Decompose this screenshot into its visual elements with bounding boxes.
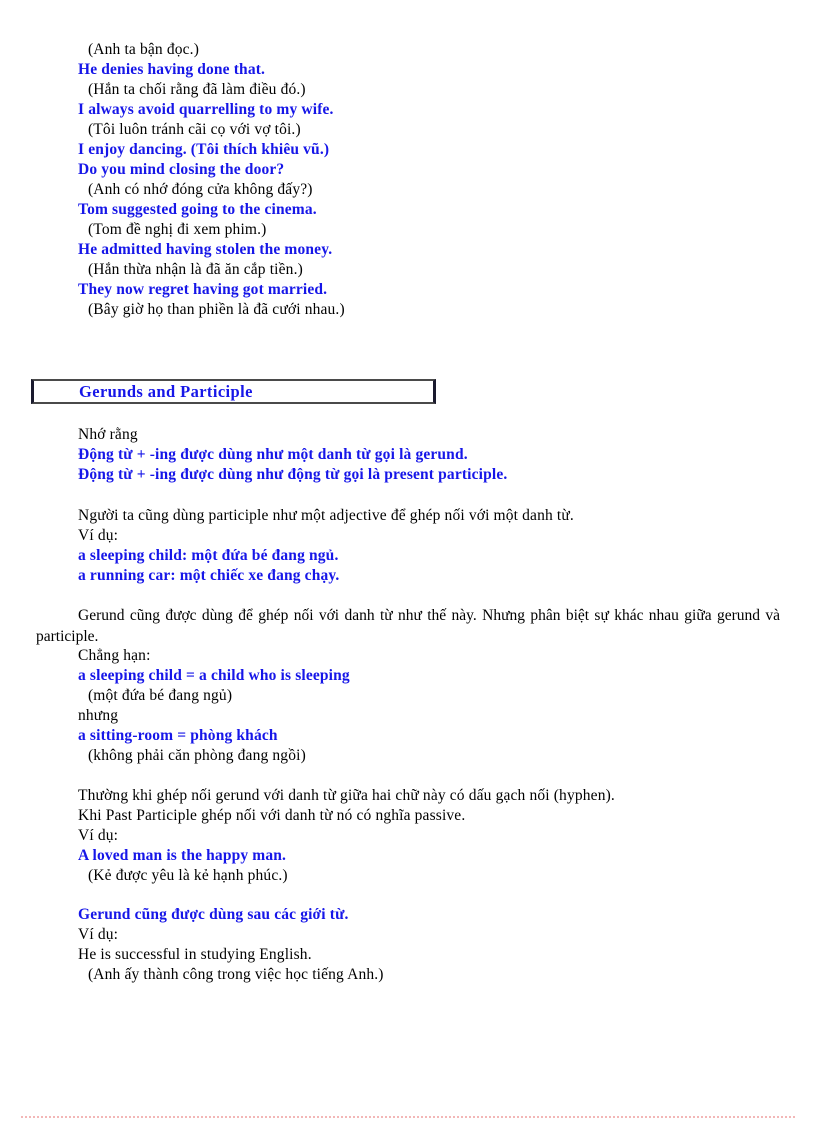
- example-line: He admitted having stolen the money.: [78, 241, 333, 258]
- example-line: I enjoy dancing. (Tôi thích khiêu vũ.): [78, 141, 330, 158]
- body-line: Động từ + -ing được dùng như một danh từ…: [78, 446, 468, 463]
- example-line: They now regret having got married.: [78, 281, 328, 298]
- body-line: Ví dụ:: [78, 926, 119, 943]
- body-line: Thường khi ghép nối gerund với danh từ g…: [78, 787, 615, 804]
- body-line: Chẳng hạn:: [78, 647, 151, 664]
- page-footer-rule: [21, 1116, 795, 1118]
- example-line: I always avoid quarrelling to my wife.: [78, 101, 334, 118]
- body-line: nhưng: [78, 707, 119, 724]
- body-line: A loved man is the happy man.: [78, 847, 287, 864]
- example-line: (Tom đề nghị đi xem phim.): [88, 221, 267, 238]
- body-line: Nhớ rằng: [78, 426, 138, 443]
- example-line: He denies having done that.: [78, 61, 266, 78]
- section-heading-box: Gerunds and Participle: [31, 379, 436, 404]
- body-line: Gerund cũng được dùng sau các giới từ.: [78, 906, 349, 923]
- body-line: (không phải căn phòng đang ngồi): [88, 747, 306, 764]
- example-line: Tom suggested going to the cinema.: [78, 201, 317, 218]
- body-line: Người ta cũng dùng participle như một ad…: [78, 507, 574, 524]
- body-line: Ví dụ:: [78, 827, 119, 844]
- example-line: Do you mind closing the door?: [78, 161, 285, 178]
- body-line: (Anh ấy thành công trong việc học tiếng …: [88, 966, 384, 983]
- body-line: Động từ + -ing được dùng như động từ gọi…: [78, 466, 508, 483]
- example-line: (Anh có nhớ đóng cửa không đấy?): [88, 181, 313, 198]
- example-line: (Anh ta bận đọc.): [88, 41, 200, 58]
- example-line: (Bây giờ họ than phiền là đã cưới nhau.): [88, 301, 345, 318]
- body-line: (một đứa bé đang ngủ): [88, 687, 233, 704]
- example-line: (Hắn ta chối rằng đã làm điều đó.): [88, 81, 306, 98]
- example-line: (Hắn thừa nhận là đã ăn cắp tiền.): [88, 261, 303, 278]
- body-line: a sleeping child = a child who is sleepi…: [78, 667, 350, 684]
- example-line: (Tôi luôn tránh cãi cọ với vợ tôi.): [88, 121, 301, 138]
- body-line: a sitting-room = phòng khách: [78, 727, 278, 744]
- body-line: a running car: một chiếc xe đang chạy.: [78, 567, 340, 584]
- body-line: He is successful in studying English.: [78, 946, 312, 963]
- justified-paragraph: Gerund cũng được dùng để ghép nối với da…: [36, 607, 780, 645]
- document-page: (Anh ta bận đọc.) He denies having done …: [0, 0, 816, 1123]
- body-line: Ví dụ:: [78, 527, 119, 544]
- body-line: Khi Past Participle ghép nối với danh từ…: [78, 807, 466, 824]
- body-line: (Kẻ được yêu là kẻ hạnh phúc.): [88, 867, 288, 884]
- body-line: a sleeping child: một đứa bé đang ngủ.: [78, 547, 339, 564]
- section-heading-title: Gerunds and Participle: [79, 382, 253, 401]
